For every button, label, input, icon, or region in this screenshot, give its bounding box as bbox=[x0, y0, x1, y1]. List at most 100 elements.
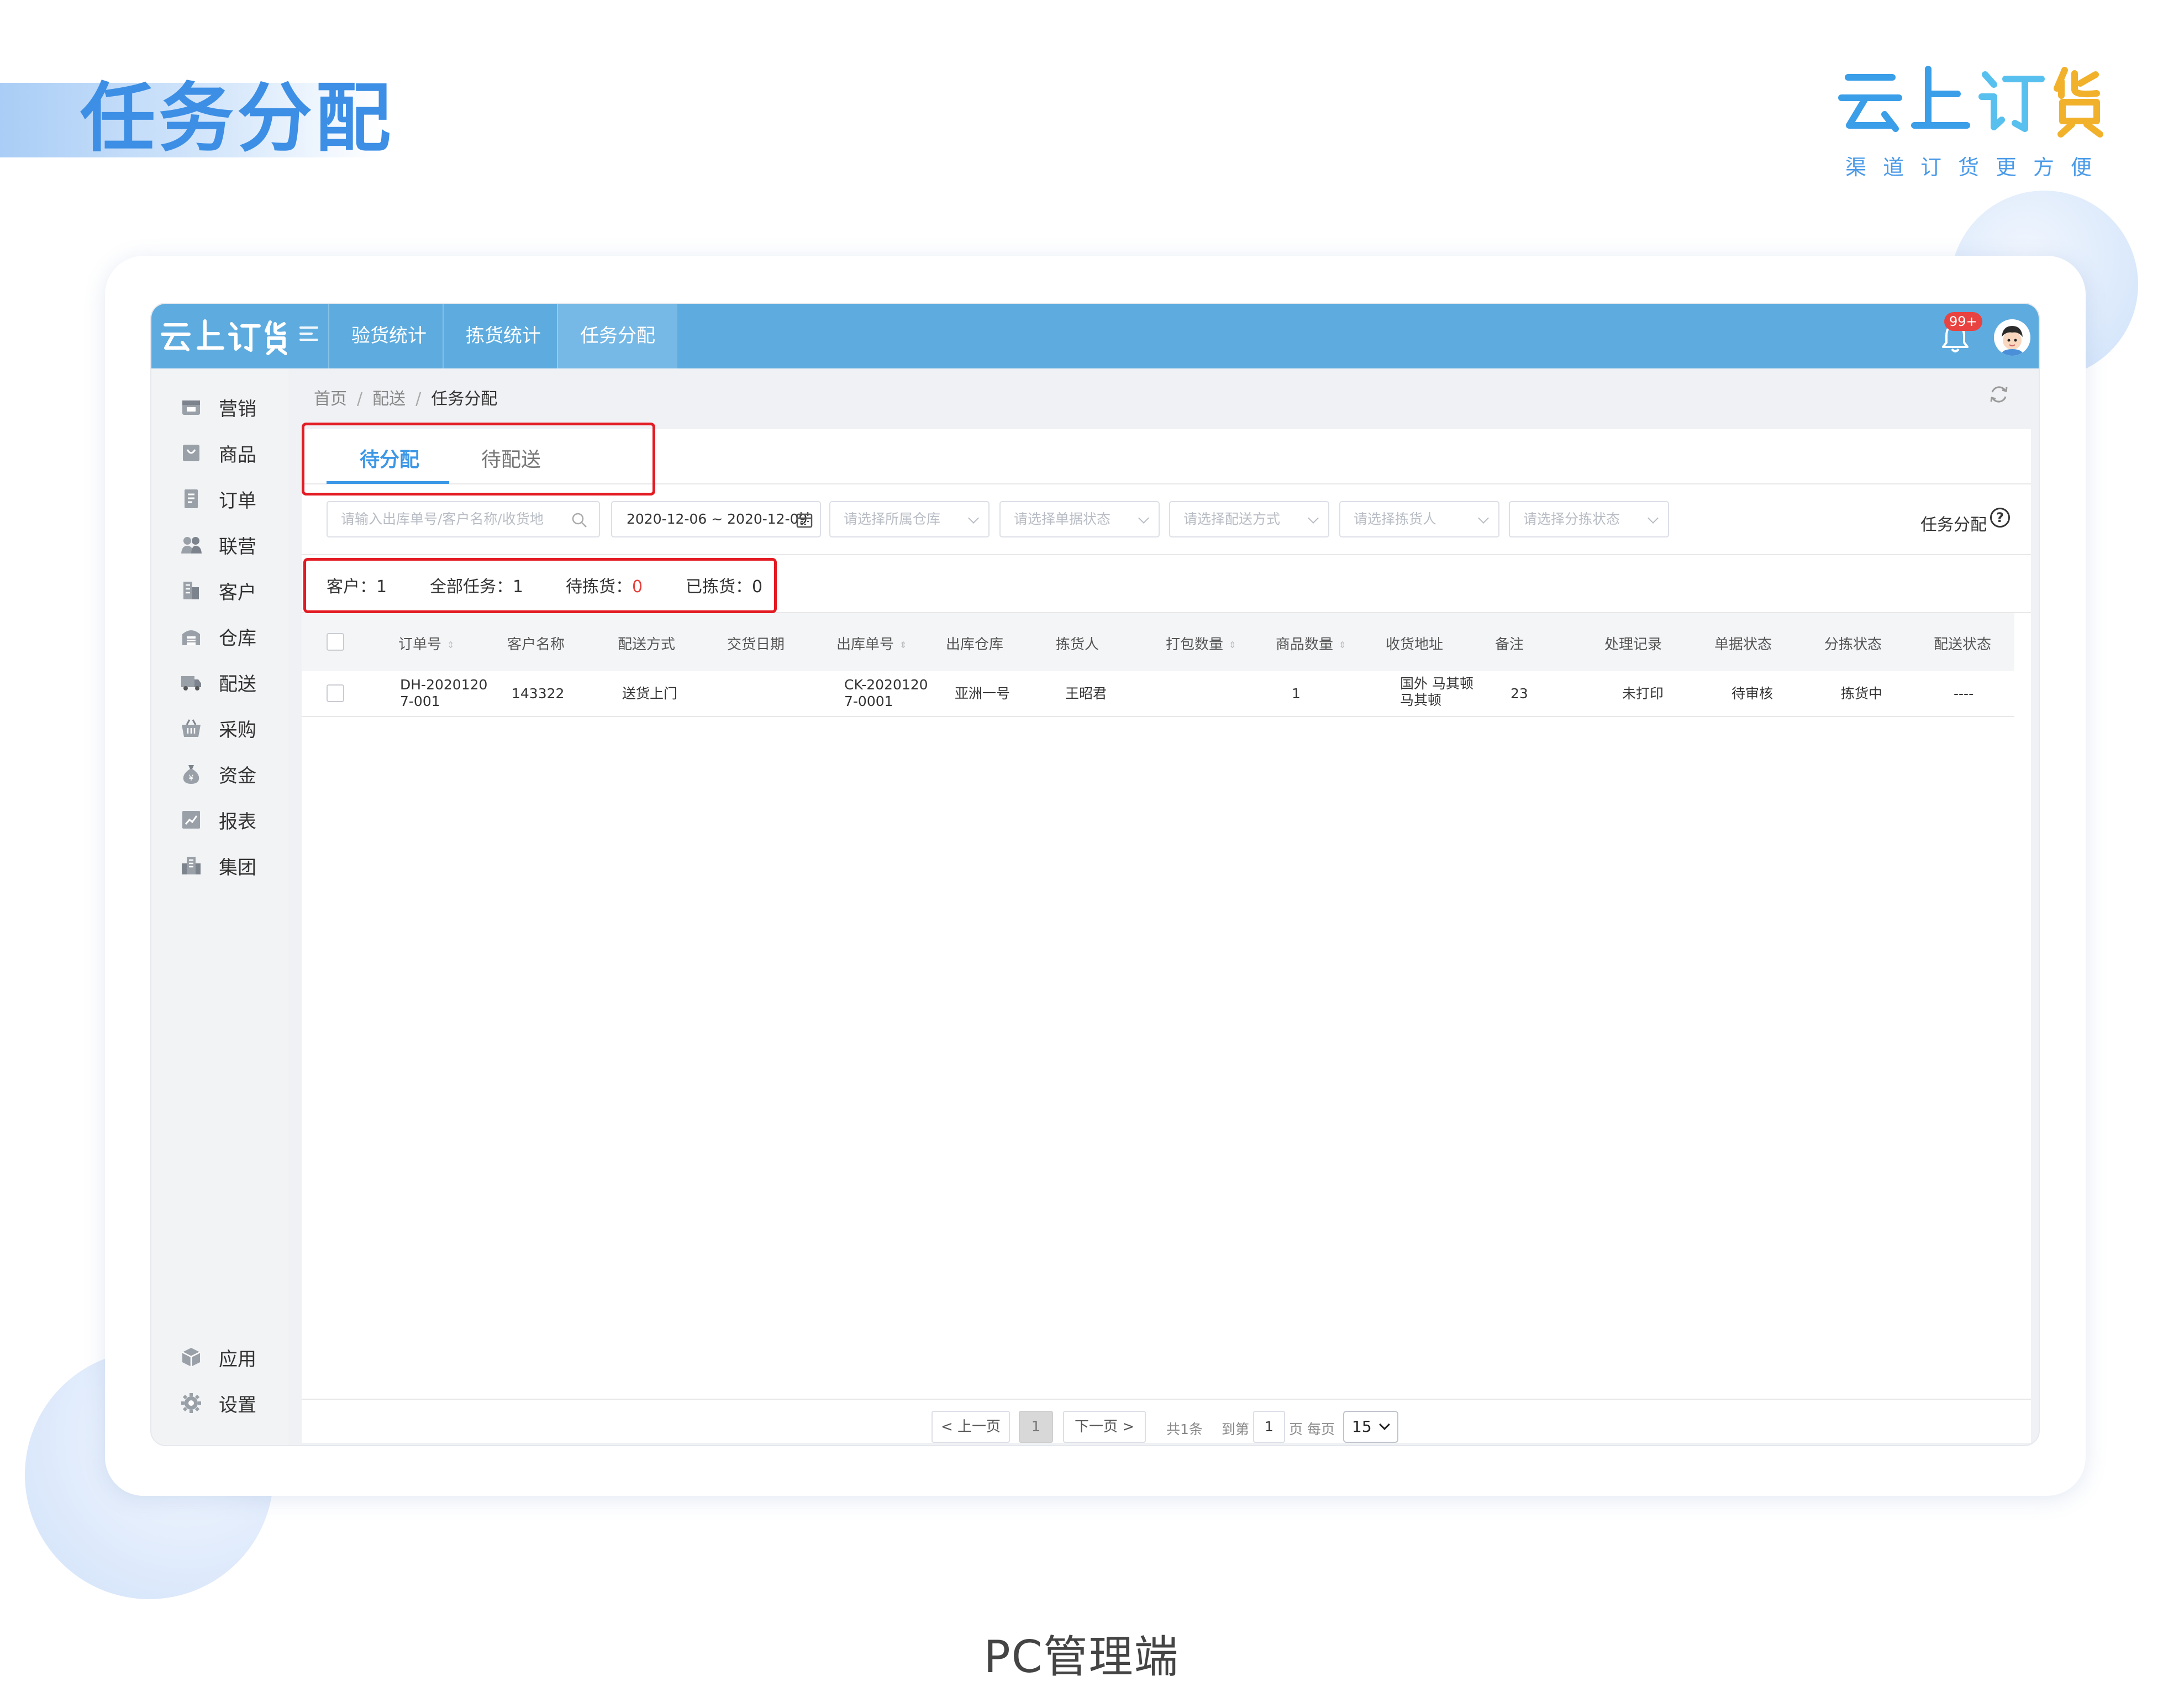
sidebar-item-customer[interactable]: 客户 bbox=[180, 574, 256, 607]
col-remark: 备注 bbox=[1495, 636, 1524, 653]
sidebar-item-label: 资金 bbox=[219, 765, 256, 787]
sidebar-item-label: 采购 bbox=[219, 719, 256, 741]
refresh-icon[interactable] bbox=[1987, 382, 2011, 407]
search-icon[interactable] bbox=[571, 512, 588, 529]
product-icon bbox=[180, 442, 202, 464]
sort-icon[interactable]: ⇕ bbox=[447, 640, 454, 650]
group-icon bbox=[180, 855, 202, 877]
customer-icon bbox=[180, 579, 202, 602]
sidebar-item-settings[interactable]: 设置 bbox=[180, 1387, 256, 1420]
page-caption: PC管理端 bbox=[983, 1631, 1180, 1683]
col-pack-qty[interactable]: 打包数量 ⇕ bbox=[1166, 633, 1236, 653]
picker-placeholder: 请选择拣货人 bbox=[1354, 511, 1437, 527]
cell-line: 国外 马其顿 bbox=[1400, 676, 1473, 692]
filter-bar: 请输入出库单号/客户名称/收货地 2020-12-06 ~ 2020-12-09… bbox=[302, 484, 2031, 555]
svg-text:¥: ¥ bbox=[189, 774, 194, 783]
cell-delivery-method: 送货上门 bbox=[622, 686, 678, 702]
col-address: 收货地址 bbox=[1386, 636, 1444, 653]
col-label: 商品数量 bbox=[1276, 636, 1334, 653]
search-placeholder: 请输入出库单号/客户名称/收货地 bbox=[341, 511, 544, 527]
search-input[interactable]: 请输入出库单号/客户名称/收货地 bbox=[327, 501, 600, 537]
warehouse-select[interactable]: 请选择所属仓库 bbox=[829, 501, 990, 537]
per-page-label: 页 每页 bbox=[1289, 1421, 1335, 1437]
date-range-picker[interactable]: 2020-12-06 ~ 2020-12-09 bbox=[611, 501, 821, 537]
col-picker: 拣货人 bbox=[1056, 636, 1099, 653]
task-assign-button[interactable]: 任务分配 bbox=[1920, 511, 1987, 535]
sort-icon[interactable]: ⇕ bbox=[1229, 640, 1236, 650]
cell-process-record: 未打印 bbox=[1622, 686, 1664, 702]
sidebar-item-order[interactable]: 订单 bbox=[180, 482, 256, 515]
cell-doc-status: 待审核 bbox=[1732, 686, 1773, 702]
sidebar-item-label: 仓库 bbox=[219, 627, 256, 650]
col-pick-status: 分拣状态 bbox=[1824, 636, 1882, 653]
sidebar-item-label: 订单 bbox=[219, 489, 256, 512]
col-item-qty[interactable]: 商品数量 ⇕ bbox=[1276, 633, 1346, 653]
sidebar-item-delivery[interactable]: 配送 bbox=[180, 666, 256, 699]
top-tab-inspection-stats[interactable]: 验货统计 bbox=[328, 304, 449, 368]
row-checkbox[interactable] bbox=[327, 684, 344, 702]
sidebar-item-label: 商品 bbox=[219, 444, 256, 466]
picker-select[interactable]: 请选择拣货人 bbox=[1339, 501, 1499, 537]
sort-icon[interactable]: ⇕ bbox=[1339, 640, 1346, 650]
pick-status-select[interactable]: 请选择分拣状态 bbox=[1509, 501, 1669, 537]
top-tab-task-assign[interactable]: 任务分配 bbox=[557, 304, 677, 368]
select-all-checkbox[interactable] bbox=[327, 633, 344, 651]
sidebar-item-label: 集团 bbox=[219, 856, 256, 879]
col-outbound-no[interactable]: 出库单号 ⇕ bbox=[836, 633, 907, 653]
chevron-down-icon bbox=[1138, 513, 1149, 524]
sidebar-item-apps[interactable]: 应用 bbox=[180, 1341, 256, 1374]
delivery-method-select[interactable]: 请选择配送方式 bbox=[1169, 501, 1329, 537]
chevron-down-icon bbox=[1478, 513, 1489, 524]
sidebar-item-product[interactable]: 商品 bbox=[180, 436, 256, 470]
help-icon[interactable]: ? bbox=[1990, 508, 2010, 528]
cell-customer: 143322 bbox=[512, 686, 565, 702]
sidebar-item-label: 报表 bbox=[219, 810, 256, 833]
sidebar-item-label: 联营 bbox=[219, 535, 256, 558]
cell-line: 7-001 bbox=[400, 693, 440, 709]
sidebar-item-report[interactable]: 报表 bbox=[180, 803, 256, 836]
page-size-select[interactable]: 15 bbox=[1343, 1411, 1398, 1443]
cell-address: 国外 马其顿 马其顿 bbox=[1400, 676, 1473, 709]
notification-badge: 99+ bbox=[1944, 312, 1982, 331]
delivery-icon bbox=[180, 671, 202, 693]
prev-page-button[interactable]: < 上一页 bbox=[931, 1411, 1010, 1443]
breadcrumb-delivery[interactable]: 配送 bbox=[372, 389, 406, 409]
partner-icon bbox=[180, 534, 202, 556]
sidebar-item-funds[interactable]: ¥ 资金 bbox=[180, 757, 256, 790]
menu-toggle-icon[interactable] bbox=[299, 326, 318, 345]
goto-page-input[interactable]: 1 bbox=[1253, 1411, 1285, 1443]
chevron-down-icon bbox=[1379, 1419, 1390, 1430]
col-delivery-method: 配送方式 bbox=[618, 636, 676, 653]
col-delivery-status: 配送状态 bbox=[1934, 636, 1992, 653]
col-label: 出库单号 bbox=[836, 636, 894, 653]
sidebar-item-label: 营销 bbox=[219, 398, 256, 420]
sidebar-item-label: 配送 bbox=[219, 673, 256, 695]
breadcrumb-current: 任务分配 bbox=[431, 389, 498, 409]
order-icon bbox=[180, 488, 202, 510]
doc-status-placeholder: 请选择单据状态 bbox=[1014, 511, 1111, 527]
sidebar-item-marketing[interactable]: 营销 bbox=[180, 391, 256, 424]
brand-logo bbox=[1837, 64, 2113, 140]
doc-status-select[interactable]: 请选择单据状态 bbox=[999, 501, 1160, 537]
sidebar-item-purchase[interactable]: 采购 bbox=[180, 711, 256, 745]
app-logo[interactable] bbox=[160, 317, 287, 358]
breadcrumb-home[interactable]: 首页 bbox=[314, 389, 347, 409]
cell-warehouse: 亚洲一号 bbox=[955, 686, 1011, 702]
page-number-button[interactable]: 1 bbox=[1019, 1411, 1053, 1443]
marketing-icon bbox=[180, 396, 202, 418]
top-tab-picking-stats[interactable]: 拣货统计 bbox=[443, 304, 563, 368]
sidebar-item-partner[interactable]: 联营 bbox=[180, 528, 256, 561]
sort-icon[interactable]: ⇕ bbox=[899, 640, 907, 650]
avatar[interactable] bbox=[1994, 319, 2030, 356]
col-order-no[interactable]: 订单号 ⇕ bbox=[398, 633, 454, 653]
sidebar-item-warehouse[interactable]: 仓库 bbox=[180, 620, 256, 653]
warehouse-placeholder: 请选择所属仓库 bbox=[844, 511, 941, 527]
next-page-button[interactable]: 下一页 > bbox=[1063, 1411, 1146, 1443]
cell-order-no[interactable]: DH-2020120 7-001 bbox=[400, 677, 487, 710]
cell-line: 马其顿 bbox=[1400, 692, 1442, 708]
sidebar-item-group[interactable]: 集团 bbox=[180, 849, 256, 882]
cell-outbound-no[interactable]: CK-2020120 7-0001 bbox=[844, 677, 928, 710]
cell-line: DH-2020120 bbox=[400, 677, 488, 693]
table-row[interactable]: DH-2020120 7-001 143322 送货上门 CK-2020120 7-… bbox=[302, 671, 2014, 717]
calendar-icon bbox=[796, 512, 813, 528]
